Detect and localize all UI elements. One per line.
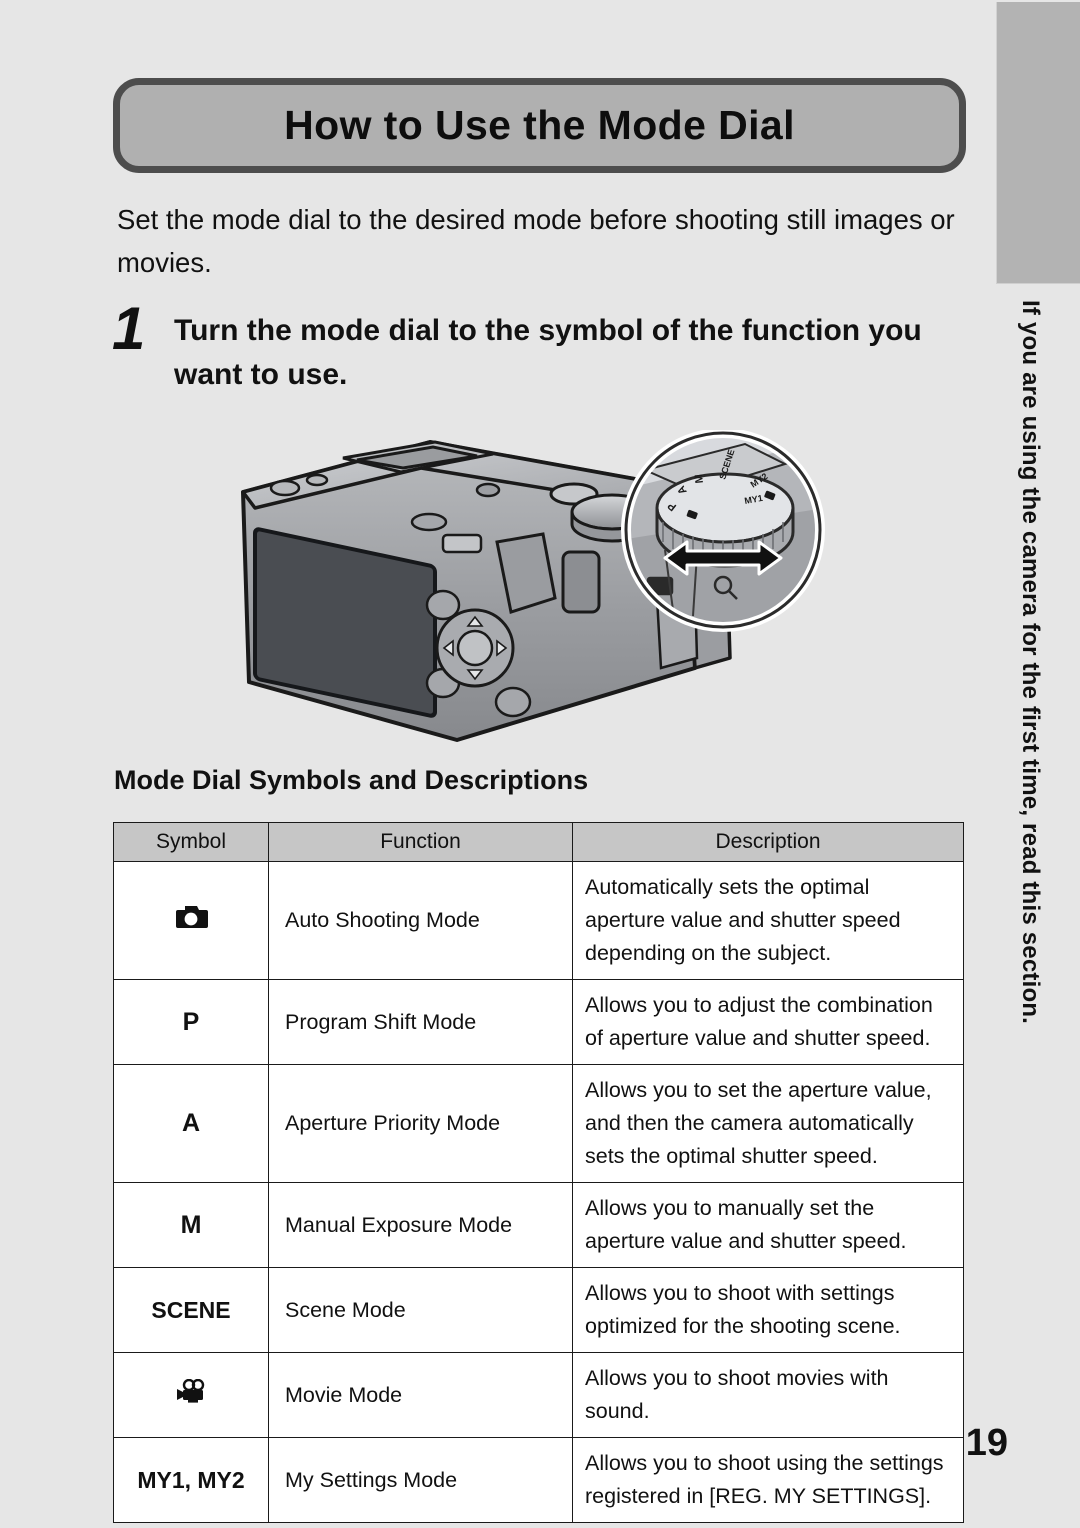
symbol-cell-scene: SCENE: [113, 1267, 269, 1353]
symbol-cell-movie: [113, 1352, 269, 1438]
page-title: How to Use the Mode Dial: [284, 102, 795, 148]
four-way-controller: [435, 608, 515, 688]
description-cell: Allows you to shoot using the settings r…: [572, 1437, 964, 1523]
svg-text:M: M: [693, 474, 706, 484]
table-row: SCENE Scene Mode Allows you to shoot wit…: [113, 1267, 964, 1353]
symbol-cell-m: M: [113, 1182, 269, 1268]
step-number: 1: [112, 295, 146, 362]
step-instruction: Turn the mode dial to the symbol of the …: [174, 314, 922, 391]
table-row: P Program Shift Mode Allows you to adjus…: [113, 979, 964, 1065]
mode-dial-table: Symbol Function Description Auto Shootin…: [113, 822, 964, 1523]
symbol-cell-my: MY1, MY2: [113, 1437, 269, 1523]
thumb-index-tab: [996, 2, 1080, 284]
function-cell: Scene Mode: [268, 1267, 573, 1353]
movie-camera-icon: [174, 1378, 208, 1412]
intro-paragraph: Set the mode dial to the desired mode be…: [117, 204, 955, 278]
function-cell: Manual Exposure Mode: [268, 1182, 573, 1268]
description-cell: Allows you to shoot with settings optimi…: [572, 1267, 964, 1353]
table-row: A Aperture Priority Mode Allows you to s…: [113, 1064, 964, 1183]
subsection-heading: Mode Dial Symbols and Descriptions: [114, 765, 589, 795]
table-row: Movie Mode Allows you to shoot movies wi…: [113, 1352, 964, 1438]
table-header-row: Symbol Function Description: [113, 822, 964, 862]
header-symbol: Symbol: [113, 822, 269, 862]
symbol-cell-auto: [113, 861, 269, 980]
table-row: M Manual Exposure Mode Allows you to man…: [113, 1182, 964, 1268]
description-cell: Allows you to shoot movies with sound.: [572, 1352, 964, 1438]
table-row: Auto Shooting Mode Automatically sets th…: [113, 861, 964, 980]
camera-icon: [174, 904, 208, 937]
function-cell: Program Shift Mode: [268, 979, 573, 1065]
function-cell: Aperture Priority Mode: [268, 1064, 573, 1183]
manual-page: If you are using the camera for the firs…: [0, 0, 1080, 1528]
side-tab-text: If you are using the camera for the firs…: [1017, 300, 1044, 1025]
camera-illustration: A P M SCENE MY2 MY1: [225, 430, 850, 760]
mode-dial-callout: A P M SCENE MY2 MY1: [621, 430, 825, 632]
header-function: Function: [268, 822, 573, 862]
symbol-cell-p: P: [113, 979, 269, 1065]
function-cell: My Settings Mode: [268, 1437, 573, 1523]
step-block: 1 Turn the mode dial to the symbol of th…: [112, 295, 962, 397]
description-cell: Allows you to adjust the combination of …: [572, 979, 964, 1065]
description-cell: Allows you to manually set the aperture …: [572, 1182, 964, 1268]
description-cell: Automatically sets the optimal aperture …: [572, 861, 964, 980]
header-description: Description: [572, 822, 964, 862]
symbol-cell-a: A: [113, 1064, 269, 1183]
description-cell: Allows you to set the aperture value, an…: [572, 1064, 964, 1183]
page-title-banner: How to Use the Mode Dial: [113, 78, 966, 173]
table-row: MY1, MY2 My Settings Mode Allows you to …: [113, 1437, 964, 1523]
function-cell: Auto Shooting Mode: [268, 861, 573, 980]
function-cell: Movie Mode: [268, 1352, 573, 1438]
page-number: 19: [965, 1422, 1008, 1464]
